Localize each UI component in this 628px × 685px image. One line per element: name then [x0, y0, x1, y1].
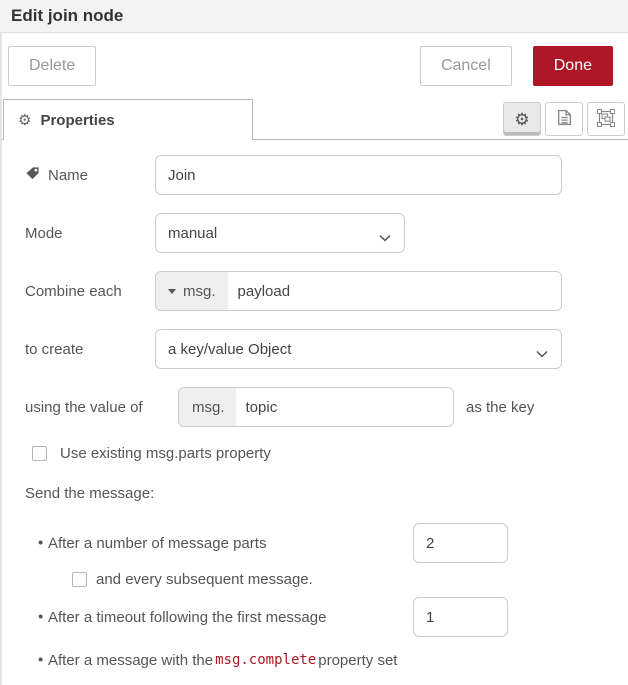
timeout-label: After a timeout following the first mess…: [48, 609, 326, 626]
cancel-button[interactable]: Cancel: [420, 46, 512, 86]
properties-form: Name Mode manual Combine each msg. to cr…: [0, 140, 628, 671]
key-value-input[interactable]: [236, 388, 453, 426]
name-input[interactable]: [155, 155, 562, 195]
tag-icon: [25, 166, 40, 185]
timeout-input[interactable]: [413, 597, 508, 637]
use-parts-checkbox[interactable]: [32, 446, 47, 461]
combine-label: Combine each: [25, 283, 155, 300]
document-icon: [557, 109, 572, 129]
combine-type-button[interactable]: msg.: [156, 272, 228, 310]
name-label-group: Name: [25, 166, 155, 185]
use-parts-label: Use existing msg.parts property: [60, 445, 271, 462]
combine-typed-input: msg.: [155, 271, 562, 311]
key-row: using the value of msg. as the key: [0, 387, 628, 427]
mode-select[interactable]: manual: [155, 213, 405, 253]
key-suffix-label: as the key: [466, 399, 534, 416]
tab-bar: ⚙ Properties ⚙: [0, 99, 628, 140]
dialog-left-edge: [0, 33, 2, 685]
complete-row: After a message with the msg.complete pr…: [0, 649, 628, 671]
delete-button[interactable]: Delete: [8, 46, 96, 86]
object-group-icon: [597, 109, 615, 130]
gear-icon: ⚙: [18, 113, 31, 128]
key-label: using the value of: [25, 399, 178, 416]
count-label: After a number of message parts: [48, 535, 266, 552]
key-typed-input: msg.: [178, 387, 454, 427]
to-create-label: to create: [25, 341, 155, 358]
msg-complete-code: msg.complete: [213, 652, 318, 668]
appearance-tab-button[interactable]: [587, 102, 625, 136]
to-create-select[interactable]: a key/value Object: [155, 329, 562, 369]
dialog-title: Edit join node: [0, 0, 628, 33]
caret-down-icon: [168, 289, 176, 294]
combine-value-input[interactable]: [228, 272, 561, 310]
use-parts-row: Use existing msg.parts property: [0, 445, 628, 461]
gear-icon: ⚙: [514, 111, 529, 128]
dialog-button-bar: Delete Cancel Done: [0, 33, 628, 99]
to-create-row: to create a key/value Object: [0, 329, 628, 369]
tab-properties[interactable]: ⚙ Properties: [3, 99, 253, 140]
done-button[interactable]: Done: [533, 46, 613, 86]
timeout-row: After a timeout following the first mess…: [0, 597, 628, 637]
tab-properties-label: Properties: [40, 112, 114, 129]
count-row: After a number of message parts: [0, 523, 628, 563]
description-tab-button[interactable]: [545, 102, 583, 136]
subsequent-checkbox[interactable]: [72, 572, 87, 587]
key-prefix-label: msg.: [179, 388, 236, 426]
name-row: Name: [0, 155, 628, 195]
combine-type-label: msg.: [183, 283, 216, 300]
tab-action-buttons: ⚙: [503, 99, 628, 139]
count-input[interactable]: [413, 523, 508, 563]
name-label: Name: [48, 167, 88, 184]
mode-row: Mode manual: [0, 213, 628, 253]
subsequent-label: and every subsequent message.: [96, 571, 313, 588]
subsequent-row: and every subsequent message.: [0, 571, 628, 587]
send-heading: Send the message:: [0, 485, 628, 503]
mode-label: Mode: [25, 225, 155, 242]
complete-label-before: After a message with the: [48, 652, 213, 669]
combine-row: Combine each msg.: [0, 271, 628, 311]
complete-label-after: property set: [318, 652, 397, 669]
properties-tab-button[interactable]: ⚙: [503, 102, 541, 136]
to-create-select-wrap: a key/value Object: [155, 329, 562, 369]
mode-select-wrap: manual: [155, 213, 405, 253]
